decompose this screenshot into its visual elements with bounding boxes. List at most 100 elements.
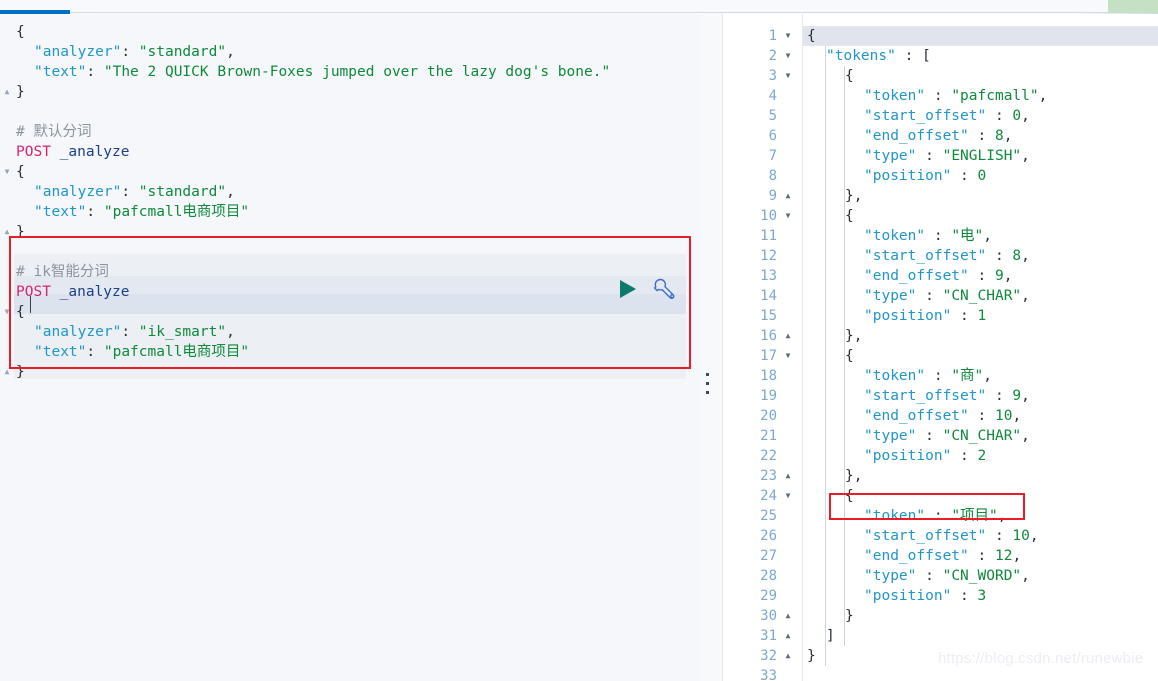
code-token-key: "start_offset" <box>864 248 987 264</box>
code-token-brace: }, <box>845 328 863 344</box>
code-token-punct: : <box>916 428 943 444</box>
request-line[interactable]: "analyzer": "standard", <box>0 182 700 202</box>
chevron-down-icon[interactable]: ▼ <box>783 486 793 506</box>
code-token-punct: , <box>983 228 993 244</box>
code-token-punct: : <box>968 548 995 564</box>
code-token-punct: : <box>86 204 104 220</box>
request-editor-surface[interactable]: {"analyzer": "standard", "text": "The 2 Q… <box>0 14 700 667</box>
chevron-up-icon[interactable]: ▲ <box>783 186 793 206</box>
request-line[interactable]: "text": "The 2 QUICK Brown-Foxes jumped … <box>0 62 700 82</box>
request-line-text: "analyzer": "standard", <box>16 42 235 62</box>
response-line: "end_offset" : 8, <box>807 126 1012 146</box>
code-token-key: "position" <box>864 308 952 324</box>
line-number: 30 <box>760 608 777 624</box>
code-token-num: 8 <box>1012 248 1022 264</box>
request-line[interactable]: "analyzer": "ik_smart", <box>0 322 700 342</box>
chevron-down-icon[interactable]: ▼ <box>783 346 793 366</box>
fold-arrow-icon[interactable]: ▼ <box>0 162 14 182</box>
response-line: "start_offset" : 0, <box>807 106 1030 126</box>
code-token-brace: }, <box>845 468 863 484</box>
response-line: "position" : 0 <box>807 166 986 186</box>
chevron-down-icon[interactable]: ▼ <box>783 46 793 66</box>
request-line[interactable]: ▲} <box>0 82 700 102</box>
code-token-brace: { <box>845 208 854 224</box>
code-token-str: "pafcmall" <box>951 88 1039 104</box>
response-line: "type" : "CN_WORD", <box>807 566 1030 586</box>
code-token-str: "standard" <box>138 44 227 60</box>
code-token-punct: : <box>86 344 104 360</box>
request-line[interactable]: ▲} <box>0 222 700 242</box>
code-token-brace: } <box>16 84 25 100</box>
top-right-chip <box>1108 0 1158 13</box>
request-editor-pane[interactable]: {"analyzer": "standard", "text": "The 2 Q… <box>0 14 700 681</box>
fold-arrow-icon[interactable]: ▼ <box>0 302 14 322</box>
chevron-down-icon[interactable]: ▼ <box>783 206 793 226</box>
request-line[interactable] <box>0 102 700 122</box>
response-line: "end_offset" : 10, <box>807 406 1021 426</box>
play-icon[interactable] <box>620 280 636 298</box>
response-line: "token" : "商", <box>807 366 992 386</box>
request-line-text: { <box>16 162 25 182</box>
chevron-up-icon[interactable]: ▲ <box>783 646 793 666</box>
chevron-down-icon[interactable]: ▼ <box>783 26 793 46</box>
request-line[interactable]: { <box>0 22 700 42</box>
code-token-num: 0 <box>977 168 987 184</box>
code-token-key: "type" <box>864 148 917 164</box>
request-line[interactable]: ▼{ <box>0 162 700 182</box>
line-number: 23 <box>760 468 777 484</box>
chevron-up-icon[interactable]: ▲ <box>783 326 793 346</box>
code-token-punct: , <box>1021 288 1030 304</box>
response-line: { <box>807 26 816 46</box>
request-line[interactable]: POST _analyze <box>0 142 700 162</box>
code-token-brace: { <box>16 164 25 180</box>
code-token-punct <box>51 284 60 300</box>
code-token-brace: } <box>845 608 854 624</box>
request-line[interactable] <box>0 242 700 262</box>
request-line[interactable]: ▼{ <box>0 302 700 322</box>
fold-arrow-icon[interactable]: ▲ <box>0 82 14 102</box>
request-line[interactable]: "text": "pafcmall电商项目" <box>0 342 700 362</box>
code-token-brace: { <box>16 304 25 320</box>
response-line: "type" : "ENGLISH", <box>807 146 1030 166</box>
request-line[interactable]: "analyzer": "standard", <box>0 42 700 62</box>
request-line-text: "text": "pafcmall电商项目" <box>16 342 249 362</box>
response-line: { <box>807 66 854 86</box>
fold-arrow-icon[interactable]: ▲ <box>0 222 14 242</box>
code-token-key: "position" <box>864 168 952 184</box>
chevron-up-icon[interactable]: ▲ <box>783 606 793 626</box>
pane-splitter[interactable] <box>700 14 723 681</box>
response-line: }, <box>807 186 862 206</box>
request-line[interactable]: "text": "pafcmall电商项目" <box>0 202 700 222</box>
fold-arrow-icon[interactable]: ▲ <box>0 362 14 382</box>
request-line[interactable]: POST _analyze <box>0 282 700 302</box>
code-token-key: "token" <box>864 228 926 244</box>
response-line: "end_offset" : 12, <box>807 546 1021 566</box>
splitter-grip-icon[interactable] <box>706 373 710 397</box>
request-line-text: { <box>16 302 25 322</box>
request-line[interactable]: ▲} <box>0 362 700 382</box>
request-line[interactable]: # 默认分词 <box>0 122 700 142</box>
code-token-comment: # 默认分词 <box>16 124 92 140</box>
code-token-punct: , <box>1021 148 1030 164</box>
code-token-str: "CN_CHAR" <box>942 428 1022 444</box>
code-token-punct: : <box>986 528 1013 544</box>
code-token-num: 0 <box>1012 108 1022 124</box>
code-token-str: "电" <box>951 228 984 244</box>
code-token-num: 2 <box>977 448 987 464</box>
line-number: 8 <box>768 168 777 184</box>
request-line-text: "text": "pafcmall电商项目" <box>16 202 249 222</box>
chevron-down-icon[interactable]: ▼ <box>783 66 793 86</box>
wrench-icon[interactable] <box>652 276 678 302</box>
line-number: 4 <box>768 88 777 104</box>
response-viewer-pane[interactable]: 1 ▼ {2 ▼ "tokens" : [3 ▼ {4 "token" : "pafcmall… <box>723 14 1158 681</box>
response-editor-surface[interactable]: 1 ▼ {2 ▼ "tokens" : [3 ▼ {4 "token" : "pafcmall… <box>723 14 1158 681</box>
code-token-punct: : <box>968 408 995 424</box>
chevron-up-icon[interactable]: ▲ <box>783 466 793 486</box>
chevron-up-icon[interactable]: ▲ <box>783 626 793 646</box>
indent-guide <box>844 66 845 646</box>
response-line: "type" : "CN_CHAR", <box>807 286 1030 306</box>
request-line-text: POST _analyze <box>16 142 130 162</box>
request-line[interactable]: # ik智能分词 <box>0 262 700 282</box>
line-number: 26 <box>760 528 777 544</box>
request-line-text: POST _analyze <box>16 282 130 302</box>
